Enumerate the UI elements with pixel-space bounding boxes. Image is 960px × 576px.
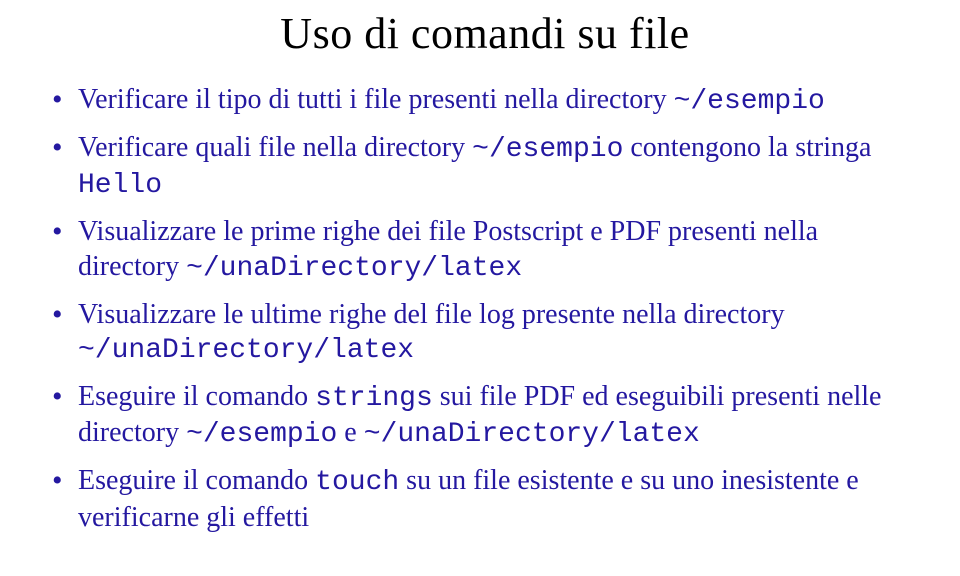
bullet-item: Verificare quali file nella directory ~/… (50, 131, 920, 203)
code-text: ~/esempio (186, 419, 337, 450)
body-text: Verificare quali file nella directory (78, 132, 472, 163)
body-text: Visualizzare le ultime righe del file lo… (78, 299, 785, 330)
bullet-list: Verificare il tipo di tutti i file prese… (50, 83, 920, 535)
bullet-item: Visualizzare le ultime righe del file lo… (50, 298, 920, 368)
body-text: e (337, 417, 363, 448)
code-text: ~/unaDirectory/latex (186, 253, 522, 284)
bullet-item: Verificare il tipo di tutti i file prese… (50, 83, 920, 119)
page-title: Uso di comandi su file (50, 8, 920, 59)
code-text: Hello (78, 170, 162, 201)
code-text: ~/esempio (472, 134, 623, 165)
bullet-item: Visualizzare le prime righe dei file Pos… (50, 215, 920, 285)
body-text: Eseguire il comando (78, 465, 315, 496)
code-text: ~/unaDirectory/latex (78, 335, 414, 366)
body-text: Eseguire il comando (78, 381, 315, 412)
bullet-item: Eseguire il comando touch su un file esi… (50, 464, 920, 534)
code-text: strings (315, 383, 433, 414)
code-text: ~/unaDirectory/latex (364, 419, 700, 450)
slide: Uso di comandi su file Verificare il tip… (0, 0, 960, 576)
body-text: Verificare il tipo di tutti i file prese… (78, 84, 674, 115)
body-text: contengono la stringa (623, 132, 871, 163)
code-text: ~/esempio (674, 86, 825, 117)
code-text: touch (315, 467, 399, 498)
bullet-item: Eseguire il comando strings sui file PDF… (50, 380, 920, 452)
